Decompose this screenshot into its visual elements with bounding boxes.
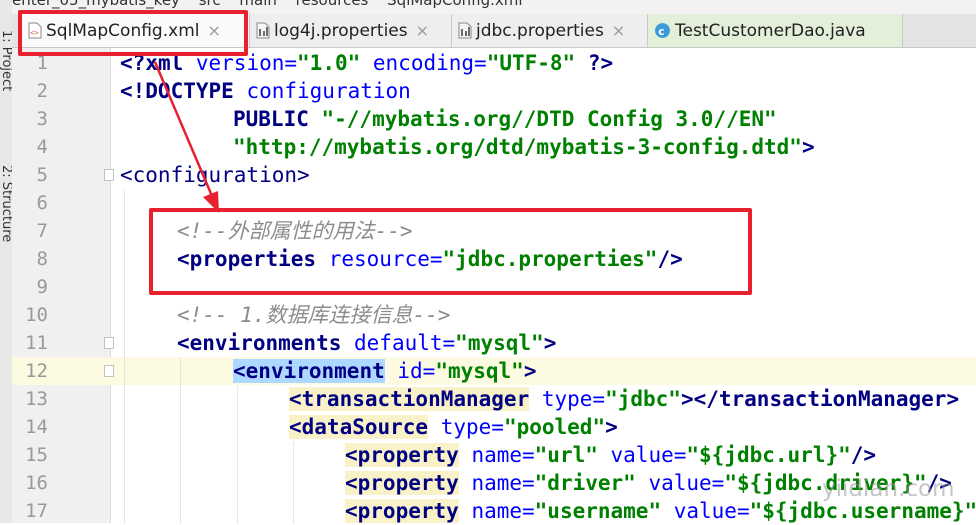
- annotation-arrow-head: [203, 191, 219, 213]
- watermark: yiidian.com: [822, 476, 955, 502]
- annotation-arrow-shaft: [153, 61, 214, 197]
- annotation-arrow: [153, 61, 219, 213]
